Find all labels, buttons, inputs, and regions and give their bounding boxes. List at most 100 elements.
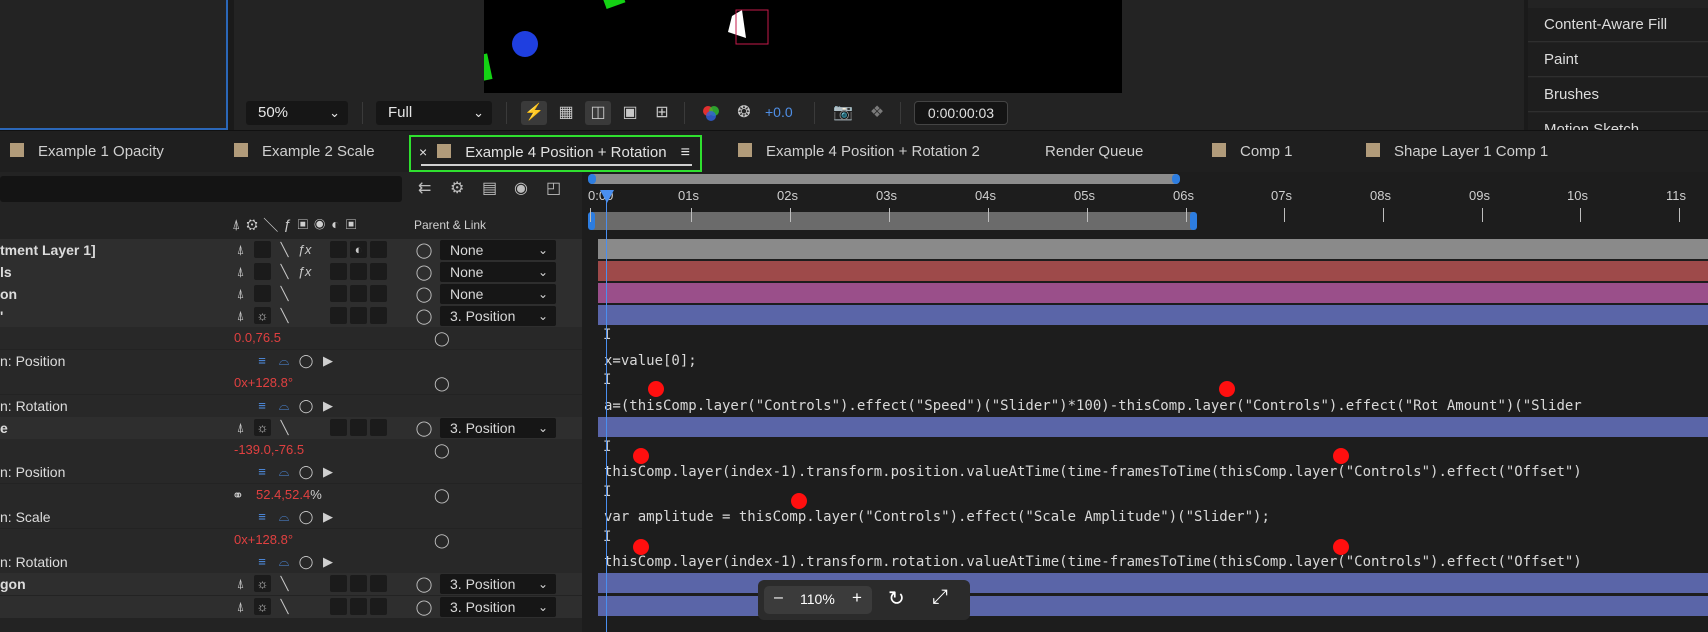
tab-comp-1[interactable]: Comp 1	[1212, 131, 1293, 173]
fast-previews-button[interactable]: ⚡	[521, 101, 547, 125]
expression-language-menu-icon[interactable]: ▶	[320, 464, 336, 480]
pickwhip-icon[interactable]: ◯	[414, 284, 434, 306]
quality-switch-icon[interactable]: ╲	[276, 575, 293, 592]
channels-button[interactable]	[698, 101, 724, 125]
pickwhip-icon[interactable]: ◯	[434, 529, 450, 551]
motion-sketch-item[interactable]: Motion Sketch	[1528, 113, 1708, 130]
property-value[interactable]: 0x+128.8°	[234, 529, 293, 551]
layer-row[interactable]: ' ⍋ ☼ ╲ ◯ 3. Position ⌄	[0, 305, 582, 327]
property-row[interactable]: n: Position ≡ ⌓ ◯ ▶	[0, 350, 582, 372]
property-row[interactable]: n: Scale ≡ ⌓ ◯ ▶	[0, 506, 582, 528]
tab-example-4-position-rotation[interactable]: × Example 4 Position + Rotation ≡	[409, 135, 702, 172]
layer-duration-bar[interactable]	[598, 305, 1708, 325]
3d-switch-icon[interactable]	[370, 575, 387, 592]
constrain-link-icon[interactable]: ⚭	[232, 484, 244, 506]
transparency-grid-button[interactable]: ▦	[553, 101, 579, 125]
adjustment-switch-icon[interactable]	[350, 307, 367, 324]
shy-layers-icon[interactable]: ⚙	[450, 178, 464, 198]
tab-menu-icon[interactable]: ≡	[681, 144, 690, 161]
layer-duration-bar[interactable]	[598, 261, 1708, 281]
layer-duration-bar[interactable]	[598, 239, 1708, 259]
property-row[interactable]: n: Position ≡ ⌓ ◯ ▶	[0, 461, 582, 483]
collapse-switch-icon[interactable]: ☼	[254, 598, 271, 615]
comp-flowchart-icon[interactable]: ⇇	[418, 178, 431, 198]
expression-text[interactable]: var amplitude = thisComp.layer("Controls…	[604, 509, 1270, 525]
adjustment-switch-icon[interactable]	[350, 575, 367, 592]
motion-blur-switch-icon[interactable]	[330, 285, 347, 302]
tab-example-2-scale[interactable]: Example 2 Scale	[234, 131, 375, 173]
motion-blur-switch-icon[interactable]	[330, 241, 347, 258]
graph-icon[interactable]: ⌓	[276, 554, 292, 570]
shy-switch-icon[interactable]: ⍋	[232, 307, 249, 324]
parent-dropdown[interactable]: 3. Position ⌄	[440, 306, 556, 326]
3d-switch-icon[interactable]	[370, 241, 387, 258]
layer-duration-bar[interactable]	[598, 417, 1708, 437]
motion-blur-switch-icon[interactable]	[330, 263, 347, 280]
pickwhip-icon[interactable]: ◯	[414, 306, 434, 328]
shy-switch-icon[interactable]: ⍋	[232, 598, 249, 615]
graph-editor-icon[interactable]: ◰	[546, 178, 561, 198]
collapse-switch-icon[interactable]: ☼	[254, 307, 271, 324]
3d-switch-icon[interactable]	[370, 307, 387, 324]
adjustment-switch-icon[interactable]	[350, 285, 367, 302]
3d-switch-icon[interactable]	[370, 419, 387, 436]
parent-dropdown[interactable]: None ⌄	[440, 240, 556, 260]
shy-switch-icon[interactable]: ⍋	[232, 575, 249, 592]
graph-icon[interactable]: ⌓	[276, 398, 292, 414]
layer-row[interactable]: e ⍋ ☼ ╲ ◯ 3. Position ⌄	[0, 417, 582, 439]
layer-row[interactable]: ls ⍋ ╲ ƒx ◯ None ⌄	[0, 261, 582, 283]
tab-example-4-position-rotation-2[interactable]: Example 4 Position + Rotation 2	[738, 131, 980, 173]
layer-row[interactable]: on ⍋ ╲ ◯ None ⌄	[0, 283, 582, 305]
zoom-in-button[interactable]: +	[852, 588, 862, 608]
guides-button[interactable]: ⊞	[649, 101, 675, 125]
property-value[interactable]: 0x+128.8°	[234, 372, 293, 394]
3d-switch-icon[interactable]	[370, 598, 387, 615]
playhead-line[interactable]	[606, 190, 607, 632]
pickwhip-icon[interactable]: ◯	[434, 372, 450, 394]
frame-blending-icon[interactable]: ▤	[482, 178, 497, 198]
expression-text[interactable]: a=(thisComp.layer("Controls").effect("Sp…	[604, 398, 1582, 414]
close-tab-icon[interactable]: ×	[419, 144, 427, 160]
property-row[interactable]: n: Rotation ≡ ⌓ ◯ ▶	[0, 395, 582, 417]
expression-text[interactable]: thisComp.layer(index-1).transform.rotati…	[604, 554, 1582, 570]
enable-expression-icon[interactable]: ≡	[254, 509, 270, 525]
3d-switch-icon[interactable]	[370, 263, 387, 280]
magnification-dropdown[interactable]: 50% ⌄	[246, 101, 348, 125]
property-value[interactable]: 0.0,76.5	[234, 327, 281, 349]
collapse-switch-icon[interactable]	[254, 241, 271, 258]
collapse-switch-icon[interactable]	[254, 263, 271, 280]
enable-expression-icon[interactable]: ≡	[254, 398, 270, 414]
adjustment-switch-icon[interactable]	[350, 419, 367, 436]
pickwhip-icon[interactable]: ◯	[414, 262, 434, 284]
motion-blur-switch-icon[interactable]	[330, 575, 347, 592]
rotate-reset-icon[interactable]: ↻	[888, 586, 905, 611]
property-row[interactable]: 0.0,76.5 ◯	[0, 327, 582, 349]
adjustment-switch-icon[interactable]	[350, 598, 367, 615]
quality-switch-icon[interactable]: ╲	[276, 598, 293, 615]
pickwhip-icon[interactable]: ◯	[414, 597, 434, 619]
parent-dropdown[interactable]: None ⌄	[440, 262, 556, 282]
graph-icon[interactable]: ⌓	[276, 464, 292, 480]
fit-screen-icon[interactable]: ⤢	[932, 586, 948, 609]
parent-dropdown[interactable]: 3. Position ⌄	[440, 597, 556, 617]
expression-pickwhip-icon[interactable]: ◯	[298, 509, 314, 525]
quality-switch-icon[interactable]: ╲	[276, 241, 293, 258]
expression-text[interactable]: thisComp.layer(index-1).transform.positi…	[604, 464, 1582, 480]
effect-switch-icon[interactable]: ƒx	[296, 263, 313, 280]
parent-dropdown[interactable]: 3. Position ⌄	[440, 574, 556, 594]
zoom-out-button[interactable]: –	[774, 589, 783, 607]
quality-switch-icon[interactable]: ╲	[276, 263, 293, 280]
graph-icon[interactable]: ⌓	[276, 353, 292, 369]
layer-row[interactable]: gon ⍋ ☼ ╲ ◯ 3. Position ⌄	[0, 573, 582, 595]
motion-blur-icon[interactable]: ◉	[514, 178, 528, 198]
region-of-interest-button[interactable]: ◫	[585, 101, 611, 125]
property-row[interactable]: ⚭ 52.4,52.4% ◯	[0, 484, 582, 506]
shy-switch-icon[interactable]: ⍋	[232, 263, 249, 280]
property-value[interactable]: -139.0,-76.5	[234, 439, 304, 461]
layer-row[interactable]: tment Layer 1] ⍋ ╲ ƒx ◐ ◯ None ⌄	[0, 239, 582, 261]
current-time-display[interactable]: 0:00:00:03	[914, 101, 1008, 125]
layer-search-input[interactable]	[0, 176, 402, 202]
expression-language-menu-icon[interactable]: ▶	[320, 398, 336, 414]
pickwhip-icon[interactable]: ◯	[434, 484, 450, 506]
layer-row[interactable]: ⍋ ☼ ╲ ◯ 3. Position ⌄	[0, 596, 582, 618]
